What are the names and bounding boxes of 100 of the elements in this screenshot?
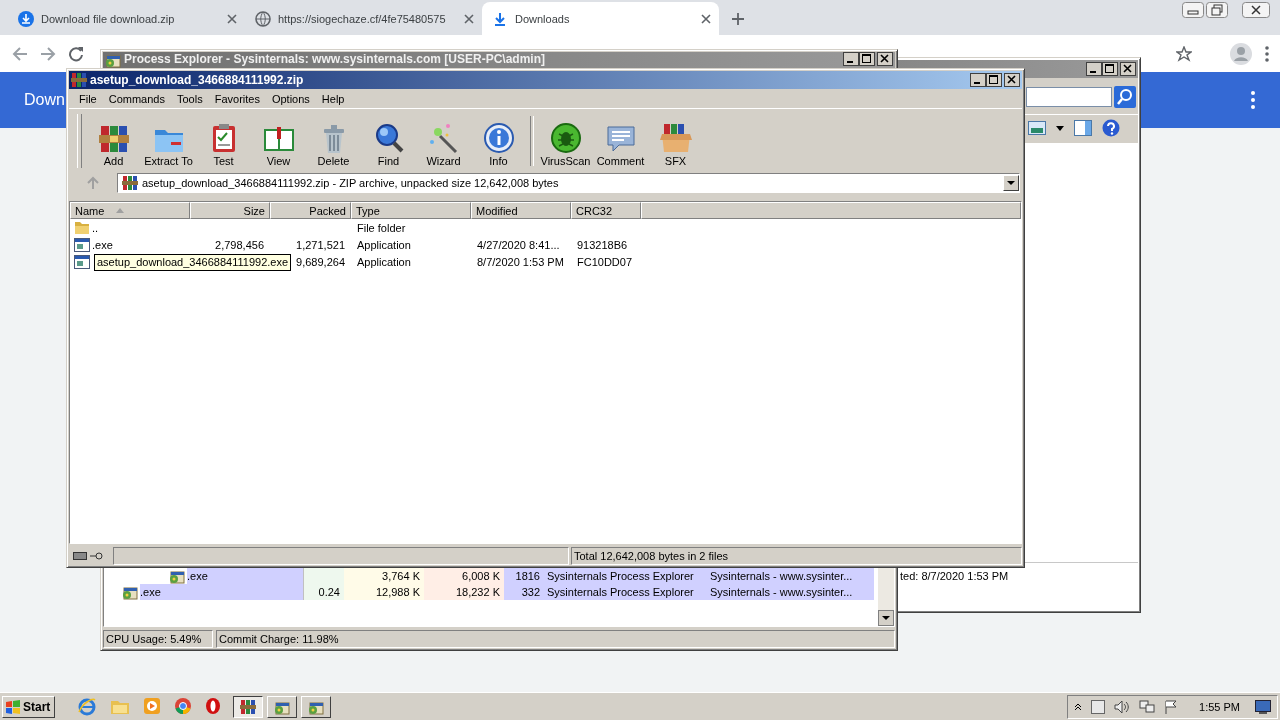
- file-name[interactable]: ..: [92, 221, 99, 234]
- cpu-usage: CPU Usage: 5.49%: [103, 630, 213, 648]
- desktop-icon[interactable]: [1255, 699, 1271, 714]
- toolbar-button[interactable]: SFX: [648, 113, 703, 171]
- view-icon[interactable]: [1028, 121, 1046, 135]
- toolbar-button[interactable]: Wizard: [416, 113, 471, 171]
- search-button[interactable]: [1114, 86, 1136, 108]
- menu-item[interactable]: File: [73, 92, 103, 105]
- start-button[interactable]: Start: [2, 695, 56, 718]
- toolbar-button[interactable]: Delete: [306, 113, 361, 171]
- close-icon[interactable]: [464, 13, 474, 24]
- browser-tab[interactable]: https://siogechaze.cf/4fe75480575: [245, 2, 482, 35]
- menu-item[interactable]: Favorites: [208, 92, 266, 105]
- forward-icon[interactable]: [40, 45, 56, 62]
- download-icon: [492, 10, 508, 27]
- file-name[interactable]: .exe: [92, 238, 113, 251]
- column-header[interactable]: Modified: [471, 202, 571, 219]
- scrollbar[interactable]: [878, 566, 894, 626]
- taskbar-button[interactable]: [233, 695, 264, 718]
- chevron-up-icon[interactable]: [1074, 702, 1083, 711]
- table-cell-text: FC10DD07: [576, 255, 634, 268]
- process-name[interactable]: .exe: [187, 568, 303, 584]
- table-cell: 18,232 K: [424, 584, 504, 600]
- caret-icon[interactable]: [1056, 125, 1064, 131]
- close-button[interactable]: [1004, 73, 1020, 87]
- page-title: Down: [24, 91, 65, 109]
- drive-icon: [73, 552, 87, 560]
- menu-icon[interactable]: [1250, 91, 1256, 109]
- sort-arrow-icon: [116, 208, 125, 213]
- tooltip: asetup_download_3466884111992.exe: [94, 254, 292, 271]
- details-text: ted: 8/7/2020 1:53 PM: [900, 570, 1009, 582]
- menu-icon[interactable]: [1264, 45, 1270, 62]
- toolbar-button[interactable]: VirusScan: [538, 113, 593, 171]
- minimize-button[interactable]: [970, 73, 986, 87]
- archive-icon: [240, 698, 257, 715]
- table-cell: Sysinternals - www.sysinter...: [706, 568, 874, 584]
- browser-tab[interactable]: Download file download.zip: [8, 2, 245, 35]
- profile-icon[interactable]: [1230, 42, 1252, 65]
- plus-icon[interactable]: [731, 12, 745, 26]
- back-icon[interactable]: [12, 45, 28, 62]
- media-player-icon[interactable]: [143, 696, 162, 715]
- maximize-button[interactable]: [986, 73, 1002, 87]
- network-icon[interactable]: [1139, 699, 1156, 714]
- chrome-icon[interactable]: [174, 696, 193, 715]
- table-cell-text: 4/27/2020 8:41...: [476, 238, 561, 251]
- toolbar-button[interactable]: Comment: [593, 113, 648, 171]
- square-icon[interactable]: [1091, 699, 1106, 714]
- table-cell: 6,008 K: [424, 568, 504, 584]
- close-icon[interactable]: [227, 13, 237, 24]
- application-icon: [74, 237, 90, 252]
- ring-icon[interactable]: [205, 696, 222, 715]
- menu-item[interactable]: Help: [315, 92, 351, 105]
- help-icon[interactable]: [1102, 119, 1120, 137]
- minimize-button[interactable]: [843, 52, 859, 66]
- toolbar-button[interactable]: View: [251, 113, 306, 171]
- table-cell: Sysinternals Process Explorer: [544, 584, 706, 600]
- minimize-button[interactable]: [1086, 62, 1102, 76]
- close-button[interactable]: [877, 52, 893, 66]
- close-button[interactable]: [1120, 62, 1136, 76]
- close-button[interactable]: [1242, 2, 1270, 18]
- table-cell: 1816: [504, 568, 544, 584]
- clock[interactable]: 1:55 PM: [1199, 700, 1240, 713]
- toolbar-button[interactable]: Info: [471, 113, 526, 171]
- star-icon[interactable]: [1176, 45, 1192, 62]
- table-cell: Sysinternals Process Explorer: [544, 568, 706, 584]
- toolbar-button[interactable]: Test: [196, 113, 251, 171]
- browser-tab[interactable]: Downloads: [482, 2, 719, 35]
- reload-icon[interactable]: [68, 45, 84, 62]
- close-icon[interactable]: [701, 13, 711, 24]
- speaker-icon[interactable]: [1114, 699, 1131, 714]
- search-field[interactable]: [1026, 87, 1112, 107]
- browser-e-icon[interactable]: [77, 696, 98, 717]
- toolbar-button[interactable]: Find: [361, 113, 416, 171]
- table-cell: Sysinternals - www.sysinter...: [706, 584, 874, 600]
- menu-item[interactable]: Tools: [171, 92, 209, 105]
- table-cell-text: 913218B6: [576, 238, 629, 251]
- column-header[interactable]: Name: [70, 202, 190, 219]
- menu-item[interactable]: Options: [265, 92, 316, 105]
- menu-item[interactable]: Commands: [102, 92, 171, 105]
- process-name[interactable]: .exe: [140, 584, 303, 600]
- restore-button[interactable]: [1206, 2, 1228, 18]
- toolbar-button[interactable]: Add: [86, 113, 141, 171]
- maximize-button[interactable]: [1102, 62, 1118, 76]
- maximize-button[interactable]: [859, 52, 875, 66]
- table-cell: 332: [504, 584, 544, 600]
- column-header[interactable]: Type: [351, 202, 471, 219]
- flag-icon[interactable]: [1164, 699, 1179, 714]
- table-cell-text: 8/7/2020 1:53 PM: [476, 255, 565, 268]
- pane-icon[interactable]: [1074, 120, 1092, 136]
- table-cell-text: 2,798,456: [214, 238, 265, 251]
- table-cell: 0.24: [304, 584, 344, 600]
- toolbar-button[interactable]: Extract To: [141, 113, 196, 171]
- folder-icon: [74, 220, 90, 235]
- window-title: asetup_download_3466884111992.zip: [90, 73, 305, 87]
- column-header[interactable]: Size: [190, 202, 270, 219]
- column-header[interactable]: Packed: [270, 202, 351, 219]
- application-icon: [74, 254, 90, 269]
- path-combo-box[interactable]: asetup_download_3466884111992.zip - ZIP archive, unpacked size 12,642,008 bytes: [117, 173, 1020, 193]
- table-cell-text: File folder: [356, 221, 407, 234]
- column-header[interactable]: CRC32: [571, 202, 641, 219]
